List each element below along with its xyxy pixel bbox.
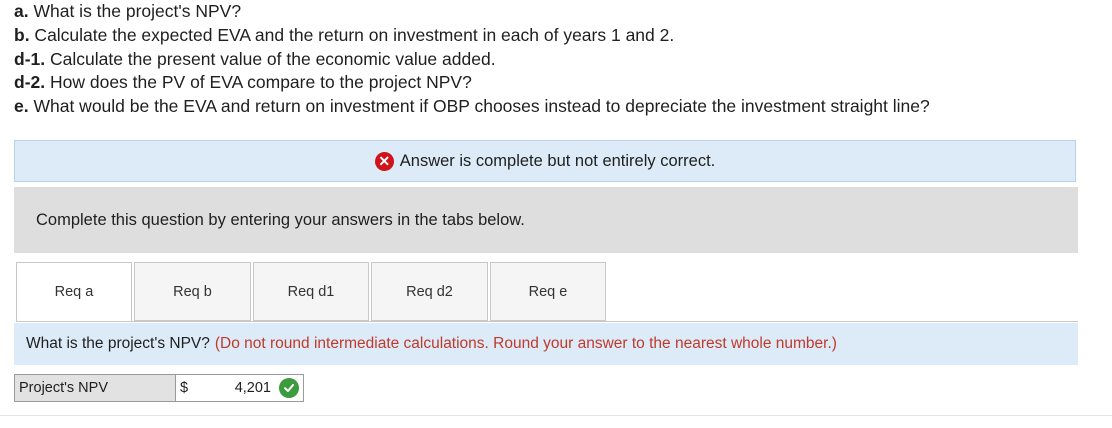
npv-value: 4,201 [234, 380, 271, 396]
question-prefix: e. [14, 96, 29, 117]
question-text: What is the project's NPV? [28, 1, 242, 21]
question-prefix: d-1. [14, 48, 46, 69]
x-circle-icon: ✕ [374, 151, 394, 171]
question-list: a. What is the project's NPV? b. Calcula… [14, 0, 1104, 119]
currency-symbol: $ [180, 380, 189, 396]
prompt-text: What is the project's NPV? [26, 335, 210, 352]
question-a: a. What is the project's NPV? [14, 0, 1104, 24]
tab-req-b[interactable]: Req b [134, 262, 251, 321]
question-e: e. What would be the EVA and return on i… [14, 95, 1104, 119]
question-text: Calculate the present value of the econo… [45, 48, 496, 69]
question-text: How does the PV of EVA compare to the pr… [45, 72, 472, 93]
answer-row: Project's NPV $ 4,201 [14, 374, 304, 404]
check-circle-icon [279, 378, 299, 398]
tab-req-a[interactable]: Req a [16, 262, 132, 322]
answer-status-text: Answer is complete but not entirely corr… [399, 151, 716, 170]
bottom-divider [0, 415, 1112, 416]
question-text: What would be the EVA and return on inve… [28, 96, 930, 117]
question-d2: d-2. How does the PV of EVA compare to t… [14, 71, 1104, 95]
tab-divider [16, 321, 1078, 322]
npv-input[interactable]: $ 4,201 [176, 374, 304, 402]
question-prompt: What is the project's NPV? (Do not round… [14, 323, 1078, 365]
instructions-text: Complete this question by entering your … [36, 210, 525, 229]
answer-label: Project's NPV [14, 374, 176, 402]
tab-req-d1[interactable]: Req d1 [253, 262, 369, 321]
question-text: Calculate the expected EVA and the retur… [29, 24, 675, 45]
question-prefix: d-2. [14, 72, 46, 93]
question-b: b. Calculate the expected EVA and the re… [14, 24, 1104, 48]
answer-status-banner: ✕ Answer is complete but not entirely co… [14, 140, 1076, 182]
tab-req-d2[interactable]: Req d2 [371, 262, 488, 321]
question-d1: d-1. Calculate the present value of the … [14, 48, 1104, 72]
prompt-note: (Do not round intermediate calculations.… [214, 335, 837, 352]
question-prefix: b. [14, 24, 30, 45]
tab-req-e[interactable]: Req e [490, 262, 606, 321]
question-prefix: a. [14, 1, 29, 21]
instructions-box: Complete this question by entering your … [14, 187, 1078, 253]
